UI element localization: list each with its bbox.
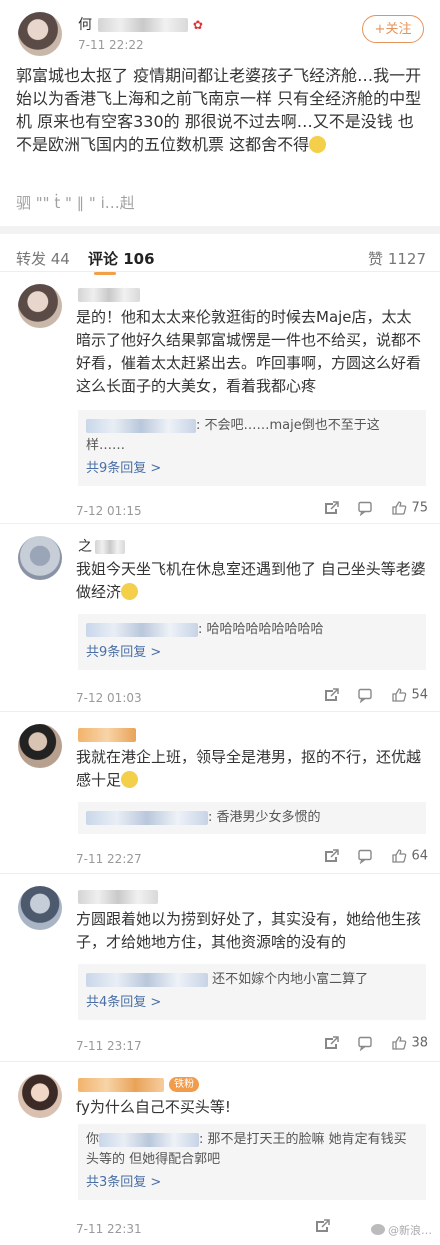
view-replies-link[interactable]: 共9条回复 >: [86, 458, 418, 480]
commenter-name[interactable]: 之: [78, 536, 125, 555]
like-count: 64: [411, 848, 428, 864]
comment-actions: 64: [323, 848, 428, 864]
reply-text: : 哈哈哈哈哈哈哈哈哈: [198, 622, 324, 637]
comment-icon[interactable]: [357, 1035, 373, 1051]
commenter-avatar[interactable]: [18, 536, 62, 580]
follow-button[interactable]: +关注: [362, 15, 424, 43]
laugh-emoji-icon: [121, 771, 139, 788]
sweat-emoji-icon: [121, 583, 139, 600]
like-button[interactable]: 38: [391, 1035, 428, 1051]
post-header: 何 ✿ 7-11 22:22 +关注 郭富城也太抠了 疫情期间都让老婆孩子飞经济…: [0, 0, 440, 226]
comment-item: 方圆跟着她以为捞到好处了，其实没有，她给他生孩子，才给她地方住，其他资源啥的没有…: [0, 874, 440, 1062]
comment-icon[interactable]: [357, 500, 373, 516]
comment-time: 7-12 01:15: [76, 504, 142, 518]
fan-badge: 铁粉: [169, 1077, 200, 1092]
tab-comments[interactable]: 评论 106: [88, 248, 155, 269]
share-icon[interactable]: [314, 1218, 330, 1234]
commenter-avatar[interactable]: [18, 284, 62, 328]
like-button[interactable]: 75: [391, 500, 428, 516]
post-text: 郭富城也太抠了 疫情期间都让老婆孩子飞经济舱…我一开始以为香港飞上海和之前飞南京…: [16, 66, 422, 154]
like-count: 38: [411, 1035, 428, 1051]
comment-text: 我就在港企上班，领导全是港男，抠的不行，还优越感十足: [76, 748, 422, 789]
view-replies-link[interactable]: 共3条回复 >: [86, 1172, 418, 1194]
like-count: 54: [411, 687, 428, 703]
comment-time: 7-11 22:31: [76, 1222, 142, 1236]
commenter-name[interactable]: [78, 724, 136, 742]
reply-text: 还不如嫁个内地小富二算了: [212, 972, 369, 987]
post-trailing-text: 驷 "" ṫ " ∥ " i…赳: [16, 194, 135, 212]
weibo-logo-icon: [370, 1224, 385, 1235]
share-icon[interactable]: [323, 848, 340, 864]
like-button[interactable]: 54: [391, 687, 428, 703]
comment-time: 7-12 01:03: [76, 691, 142, 705]
view-replies-link[interactable]: 共4条回复 >: [86, 992, 418, 1014]
smile-emoji-icon: [309, 136, 327, 153]
like-button[interactable]: 64: [391, 848, 428, 864]
reply-preview[interactable]: : 香港男少女多惯的: [78, 802, 426, 834]
thumb-up-icon: [392, 849, 407, 863]
commenter-avatar[interactable]: [18, 1074, 62, 1118]
comment-tabs: 转发 44 评论 106 赞 1127: [0, 226, 440, 275]
tab-likes[interactable]: 赞 1127: [368, 248, 426, 269]
reply-preview[interactable]: 你: 那不是打天王的脸嘛 她肯定有钱买头等的 但她得配合郭吧 共3条回复 >: [78, 1124, 426, 1200]
comment-item: 我就在港企上班，领导全是港男，抠的不行，还优越感十足 : 香港男少女多惯的 7-…: [0, 712, 440, 874]
reply-preview[interactable]: : 哈哈哈哈哈哈哈哈哈 共9条回复 >: [78, 614, 426, 670]
thumb-up-icon: [392, 688, 407, 702]
watermark: @新浪…: [370, 1222, 432, 1238]
comment-icon[interactable]: [357, 848, 373, 864]
post-author-avatar[interactable]: [18, 12, 62, 56]
share-icon[interactable]: [323, 687, 340, 703]
reply-preview[interactable]: : 不会吧……maje倒也不至于这样…… 共9条回复 >: [78, 410, 426, 486]
post-time: 7-11 22:22: [78, 38, 144, 52]
commenter-avatar[interactable]: [18, 886, 62, 930]
view-replies-link[interactable]: 共9条回复 >: [86, 642, 418, 664]
thumb-up-icon: [392, 1036, 407, 1050]
comment-text: 是的！他和太太来伦敦逛街的时候去Maje店，太太暗示了他好久结果郭富城愣是一件也…: [76, 308, 422, 395]
comment-icon[interactable]: [357, 687, 373, 703]
comment-item: 之 我姐今天坐飞机在休息室还遇到他了 自己坐头等老婆做经济 : 哈哈哈哈哈哈哈哈…: [0, 524, 440, 712]
commenter-avatar[interactable]: [18, 724, 62, 768]
comment-actions: 54: [323, 687, 428, 703]
vip-icon: ✿: [192, 18, 203, 32]
comment-item: 铁粉 fy为什么自己不买头等! 你: 那不是打天王的脸嘛 她肯定有钱买头等的 但…: [0, 1062, 440, 1245]
comment-time: 7-11 23:17: [76, 1039, 142, 1053]
commenter-name[interactable]: [78, 284, 140, 302]
comment-item: 是的！他和太太来伦敦逛街的时候去Maje店，太太暗示了他好久结果郭富城愣是一件也…: [0, 272, 440, 524]
commenter-name[interactable]: [78, 886, 158, 904]
comment-actions: 75: [323, 500, 428, 516]
comment-text: 我姐今天坐飞机在休息室还遇到他了 自己坐头等老婆做经济: [76, 560, 426, 601]
share-icon[interactable]: [323, 500, 340, 516]
share-icon[interactable]: [323, 1035, 340, 1051]
comment-actions: [314, 1218, 330, 1234]
reply-text: : 香港男少女多惯的: [208, 810, 321, 825]
thumb-up-icon: [392, 501, 407, 515]
comment-text: fy为什么自己不买头等!: [76, 1098, 231, 1116]
comment-text: 方圆跟着她以为捞到好处了，其实没有，她给他生孩子，才给她地方住，其他资源啥的没有…: [76, 910, 422, 951]
commenter-name[interactable]: 铁粉: [78, 1074, 200, 1092]
like-count: 75: [411, 500, 428, 516]
tab-reposts[interactable]: 转发 44: [16, 248, 70, 269]
reply-preview[interactable]: 还不如嫁个内地小富二算了 共4条回复 >: [78, 964, 426, 1020]
comment-actions: 38: [323, 1035, 428, 1051]
comment-time: 7-11 22:27: [76, 852, 142, 866]
post-author-name[interactable]: 何 ✿: [78, 14, 203, 34]
